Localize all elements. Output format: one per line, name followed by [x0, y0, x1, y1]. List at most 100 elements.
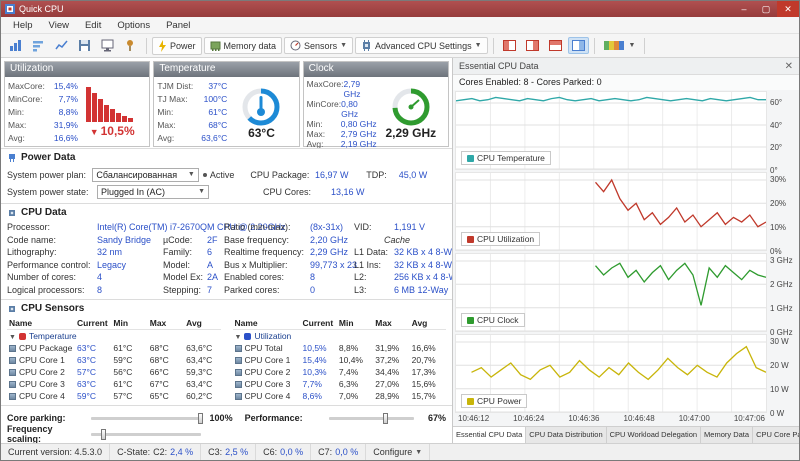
sensor-icon [9, 393, 16, 400]
panel-layout-left-icon[interactable] [499, 37, 520, 54]
essential-cpu-data-panel: Essential CPU Data ✕ Cores Enabled: 8 - … [453, 58, 799, 443]
panel-layout-right-icon[interactable] [522, 37, 543, 54]
statusbar: Current version: 4.5.3.0 C-State: C2: 2,4 … [1, 443, 799, 460]
memory-chip-icon [210, 41, 221, 51]
power-plug-icon [9, 153, 15, 162]
tab-essential-cpu-data[interactable]: Essential CPU Data [453, 427, 527, 443]
menu-options[interactable]: Options [109, 18, 158, 33]
side-panel-title: Essential CPU Data [459, 61, 539, 71]
menu-panel[interactable]: Panel [158, 18, 198, 33]
temperature-gauge-title: Temperature [154, 62, 299, 77]
cpu-cores-label: CPU Cores: [263, 186, 312, 197]
clock-current: 2,29 GHz [385, 125, 437, 140]
core-parking-slider[interactable] [91, 412, 203, 424]
clock-dial [392, 88, 430, 125]
cstate-label: C-State: [117, 447, 151, 457]
toolbar-separator [644, 37, 646, 54]
cpu-utilization-button[interactable]: CPU Utilization [461, 232, 541, 246]
sensor-group-utilization[interactable]: ▼ Utilization [233, 330, 447, 343]
color-palette-icon[interactable]: ▼ [600, 37, 640, 54]
memory-data-button[interactable]: Memory data [203, 37, 283, 54]
chevron-down-icon: ▼ [628, 42, 636, 49]
app-icon [5, 4, 15, 14]
frequency-scaling-slider[interactable] [91, 428, 201, 440]
side-panel-tabs: Essential CPU Data CPU Data Distribution… [453, 426, 799, 443]
power-plan-label: System power plan: [7, 169, 87, 180]
cpu-power-button[interactable]: CPU Power [461, 394, 528, 408]
cpu-clock-button[interactable]: CPU Clock [461, 313, 525, 327]
charts-stack: CPU Temperature 60° 40° 20° 0° CPU Utilizat… [453, 90, 799, 418]
tab-memory-data[interactable]: Memory Data [701, 427, 754, 443]
sensors-button[interactable]: Sensors ▼ [284, 37, 354, 54]
utilization-gauge: Utilization MaxCore: 15,4% MinCore: 7,7% M… [4, 61, 151, 147]
column-chart-icon[interactable] [5, 36, 26, 55]
performance-slider[interactable] [328, 412, 414, 424]
bar-chart-icon[interactable] [28, 36, 49, 55]
cpu-temperature-chart: CPU Temperature 60° 40° 20° 0° [455, 91, 797, 175]
bar-chart-icon [467, 235, 474, 243]
clock-gauge: Clock MaxCore: 2,79 GHz MinCore: 0,80 GHz … [302, 61, 449, 149]
power-plan-select[interactable]: Сбалансированная ▼ [92, 167, 199, 182]
toolbar-separator [492, 37, 494, 54]
performance-label: Performance: [244, 413, 303, 423]
cpu-sensors-section: CPU Sensors Name Current Min Max Avg ▼ T… [1, 299, 452, 405]
gauge-row: Utilization MaxCore: 15,4% MinCore: 7,7% M… [1, 58, 452, 149]
menu-view[interactable]: View [41, 18, 77, 33]
active-dot-icon [202, 172, 207, 177]
table-row: CPU Core 1 63°C 59°C 68°C 63,4°C [7, 354, 221, 366]
tab-cpu-data-distribution[interactable]: CPU Data Distribution [526, 427, 607, 443]
power-state-select[interactable]: Plugged In (AC) ▼ [97, 184, 209, 199]
controls-section: Core parking: 100% Frequency scaling: Tu… [1, 405, 452, 443]
y-axis-labels: 30% 20% 10% 0% [770, 175, 787, 256]
panel-close-icon[interactable]: ✕ [785, 61, 793, 72]
bar-chart-icon [244, 333, 252, 340]
cache-header: Cache [384, 234, 411, 245]
clock-icon [467, 316, 474, 324]
toolbar-separator [146, 37, 147, 54]
chevron-down-icon: ▼ [340, 42, 348, 49]
temperature-current: 63°C [248, 125, 275, 140]
chevron-down-icon: ▼ [474, 42, 482, 49]
pin-icon[interactable] [120, 36, 141, 55]
save-icon[interactable] [74, 36, 95, 55]
tab-cpu-workload-delegation[interactable]: CPU Workload Delegation [607, 427, 702, 443]
tab-cpu-core-parking[interactable]: CPU Core Parking [753, 427, 799, 443]
menu-help[interactable]: Help [5, 18, 41, 33]
menu-edit[interactable]: Edit [77, 18, 109, 33]
table-row: CPU Total 10,5% 8,8% 31,9% 16,6% [233, 342, 447, 354]
power-button[interactable]: Power [152, 36, 202, 55]
minimize-button[interactable]: – [733, 1, 755, 17]
sensor-icon [234, 393, 242, 400]
panel-layout-side-icon[interactable] [567, 37, 589, 54]
frequency-scaling-label: Frequency scaling: [7, 424, 53, 443]
main-panel: Utilization MaxCore: 15,4% MinCore: 7,7% M… [1, 58, 453, 443]
collapse-chevron-icon: ▼ [234, 334, 242, 341]
collapse-chevron-icon: ▼ [9, 334, 16, 341]
toolbar: Power Memory data Sensors ▼ Advanced CPU… [1, 34, 799, 58]
y-axis-labels: 30 W 20 W 10 W0 W [770, 337, 789, 418]
cpu-package-label: CPU Package: [250, 169, 310, 180]
chevron-down-icon: ▼ [187, 171, 195, 178]
panel-layout-top-icon[interactable] [545, 37, 566, 54]
line-chart-icon[interactable] [51, 36, 72, 55]
cpu-icon [9, 209, 15, 216]
cpu-power-chart: CPU Power 30 W 20 W 10 W0 W [455, 334, 797, 418]
chevron-down-icon: ▼ [415, 448, 423, 456]
monitor-icon[interactable] [97, 36, 118, 55]
cores-status-text: Cores Enabled: 8 - Cores Parked: 0 [453, 75, 799, 90]
power-state-label: System power state: [7, 186, 89, 197]
cpu-temperature-button[interactable]: CPU Temperature [461, 151, 551, 165]
clock-gauge-title: Clock [303, 62, 448, 77]
cpu-cores-value: 13,16 W [331, 186, 365, 197]
close-window-button[interactable]: ✕ [777, 1, 799, 17]
configure-button[interactable]: Configure ▼ [366, 444, 431, 460]
maximize-button[interactable]: ▢ [755, 1, 777, 17]
sensor-group-temperature[interactable]: ▼ Temperature [7, 330, 221, 343]
advanced-cpu-settings-button[interactable]: Advanced CPU Settings ▼ [355, 37, 488, 54]
y-axis-labels: 60° 40° 20° 0° [770, 98, 783, 175]
c7-value: 0,0 % [335, 447, 359, 457]
sensor-icon [9, 345, 16, 352]
table-row: CPU Core 4 8,6% 7,0% 28,9% 15,7% [233, 390, 447, 402]
table-row: CPU Core 3 7,7% 6,3% 27,0% 15,6% [233, 378, 447, 390]
chevron-down-icon: ▼ [198, 188, 205, 195]
